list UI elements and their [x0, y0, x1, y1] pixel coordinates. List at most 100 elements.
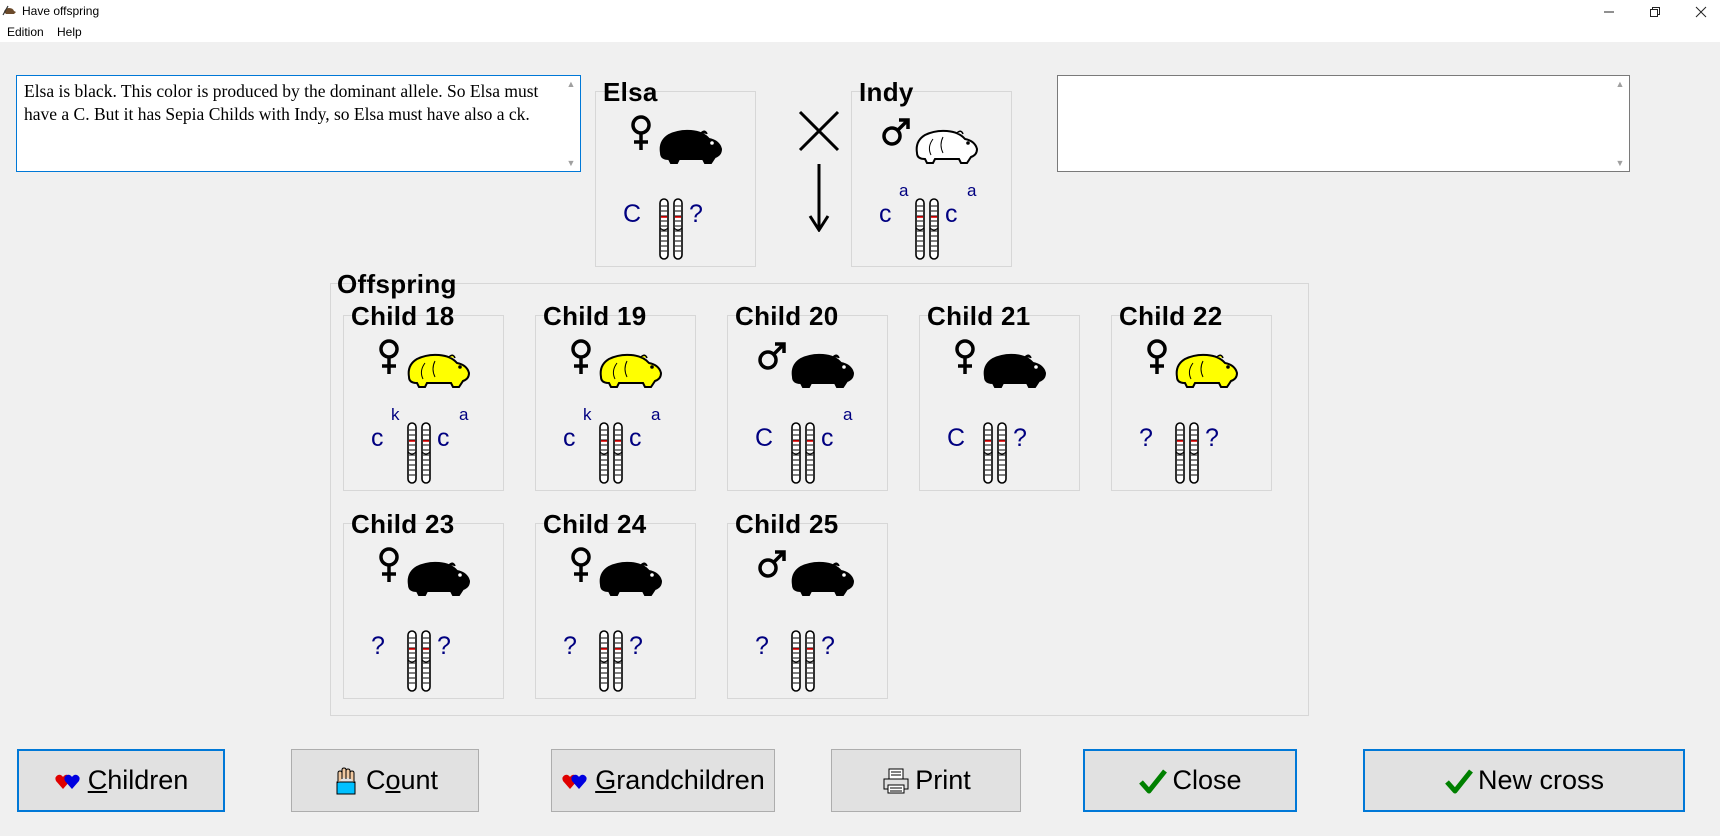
allele-1-label: c: [371, 424, 384, 452]
chromosome-pair-icon: [789, 422, 817, 489]
chromosome-pair-icon: [405, 630, 433, 697]
guinea-pig-icon: [597, 353, 663, 394]
restore-button[interactable]: [1632, 0, 1678, 24]
allele-1-label: ?: [563, 632, 577, 660]
allele-2-label: ?: [437, 632, 451, 660]
children-button[interactable]: Children: [17, 749, 225, 812]
notes-right-scrollbar[interactable]: ▲ ▼: [1612, 77, 1628, 170]
explanation-textarea[interactable]: Elsa is black. This color is produced by…: [16, 75, 581, 172]
grandchildren-label: Grandchildren: [595, 765, 765, 795]
chromosome-pair-icon: [981, 422, 1009, 489]
allele-2-label: ?: [629, 632, 643, 660]
offspring-title: Offspring: [337, 269, 457, 299]
allele-2-label: c: [821, 424, 834, 452]
close-icon: [1695, 6, 1707, 18]
grandchildren-button[interactable]: Grandchildren: [551, 749, 775, 812]
count-button[interactable]: Count: [291, 749, 479, 812]
scroll-up-icon[interactable]: ▲: [1612, 77, 1628, 91]
hearts-icon: [562, 774, 587, 789]
printer-icon: [883, 768, 909, 793]
guinea-pig-icon: [405, 353, 471, 394]
allele-2-label: c: [437, 424, 450, 452]
checkmark-icon: [1445, 768, 1473, 793]
chromosome-pair-icon: [789, 630, 817, 697]
allele-1-superscript: a: [899, 181, 909, 200]
parent-name: Indy: [859, 77, 914, 107]
allele-2-label: c: [945, 200, 958, 228]
allele-1-label: ?: [755, 632, 769, 660]
chromosome-pair-icon: [597, 630, 625, 697]
child-name: Child 23: [351, 509, 455, 539]
hearts-icon: [55, 774, 80, 789]
counting-hand-icon: [336, 766, 356, 794]
child-name: Child 20: [735, 301, 839, 331]
menu-help[interactable]: Help: [57, 25, 82, 39]
male-symbol-icon: [757, 341, 787, 376]
app-guinea-pig-icon: [2, 5, 16, 16]
print-button[interactable]: Print: [831, 749, 1021, 812]
male-symbol-icon: [757, 549, 787, 584]
guinea-pig-icon: [981, 353, 1047, 394]
menu-edition[interactable]: Edition: [7, 25, 44, 39]
close-label: Close: [1172, 765, 1242, 795]
chromosome-pair-icon: [597, 422, 625, 489]
scroll-down-icon[interactable]: ▼: [1612, 156, 1628, 170]
guinea-pig-icon: [657, 129, 723, 170]
close-window-button[interactable]: [1678, 0, 1720, 24]
allele-1-superscript: k: [391, 405, 400, 424]
cross-arrow-icon: [798, 110, 840, 232]
guinea-pig-icon: [405, 561, 471, 602]
notes-textarea-right[interactable]: ▲ ▼: [1057, 75, 1630, 172]
scroll-up-icon[interactable]: ▲: [563, 77, 579, 91]
guinea-pig-icon: [913, 129, 979, 170]
child-name: Child 21: [927, 301, 1031, 331]
allele-2-label: ?: [1013, 424, 1027, 452]
female-symbol-icon: [1144, 338, 1170, 381]
guinea-pig-icon: [597, 561, 663, 602]
female-symbol-icon: [952, 338, 978, 381]
scroll-down-icon[interactable]: ▼: [563, 156, 579, 170]
menu-bar: Edition Help: [0, 24, 1720, 42]
guinea-pig-icon: [789, 561, 855, 602]
child-name: Child 25: [735, 509, 839, 539]
allele-2-label: ?: [821, 632, 835, 660]
allele-1-superscript: k: [583, 405, 592, 424]
minimize-button[interactable]: [1586, 0, 1632, 24]
allele-1-label: ?: [371, 632, 385, 660]
close-button[interactable]: Close: [1083, 749, 1297, 812]
female-symbol-icon: [568, 546, 594, 589]
allele-1-label: C: [947, 424, 966, 452]
allele-1-label: c: [563, 424, 576, 452]
explanation-scrollbar[interactable]: ▲ ▼: [563, 77, 579, 170]
restore-icon: [1650, 7, 1660, 17]
chromosome-pair-icon: [913, 198, 941, 265]
allele-1-label: C: [755, 424, 774, 452]
child-name: Child 19: [543, 301, 647, 331]
allele-2-label: ?: [689, 200, 703, 228]
minimize-icon: [1604, 11, 1614, 13]
new-cross-button[interactable]: New cross: [1363, 749, 1685, 812]
female-symbol-icon: [376, 546, 402, 589]
child-name: Child 22: [1119, 301, 1223, 331]
allele-2-label: ?: [1205, 424, 1219, 452]
allele-2-superscript: a: [843, 405, 853, 424]
chromosome-pair-icon: [405, 422, 433, 489]
guinea-pig-icon: [789, 353, 855, 394]
count-label: Count: [365, 765, 439, 795]
checkmark-icon: [1139, 768, 1168, 793]
children-label: Children: [87, 765, 189, 795]
male-symbol-icon: [881, 117, 911, 152]
allele-2-label: c: [629, 424, 642, 452]
window-title: Have offspring: [22, 4, 100, 18]
allele-2-superscript: a: [967, 181, 977, 200]
child-name: Child 18: [351, 301, 455, 331]
guinea-pig-icon: [1173, 353, 1239, 394]
allele-2-superscript: a: [651, 405, 661, 424]
explanation-text: Elsa is black. This color is produced by…: [24, 81, 543, 124]
allele-1-label: c: [879, 200, 892, 228]
child-name: Child 24: [543, 509, 647, 539]
parent-name: Elsa: [603, 77, 658, 107]
female-symbol-icon: [628, 114, 654, 157]
print-label: Print: [915, 765, 971, 795]
female-symbol-icon: [376, 338, 402, 381]
